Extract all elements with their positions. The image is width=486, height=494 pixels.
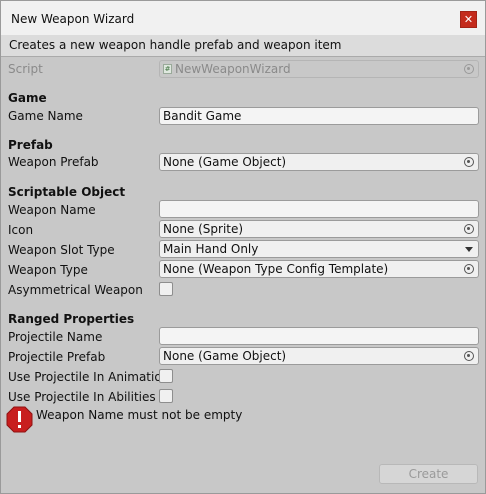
section-header-prefab: Prefab	[8, 138, 53, 152]
section-header-game: Game	[8, 91, 47, 105]
use-projectile-in-animation-checkbox[interactable]	[159, 369, 173, 383]
object-picker-icon[interactable]	[464, 224, 474, 234]
projectile-name-input[interactable]	[159, 327, 479, 345]
section-header-ranged-properties: Ranged Properties	[8, 312, 135, 326]
window-title: New Weapon Wizard	[11, 12, 135, 26]
weapon-name-input[interactable]	[159, 200, 479, 218]
object-picker-icon[interactable]	[464, 351, 474, 361]
script-value: NewWeaponWizard	[175, 62, 291, 76]
description-bar: Creates a new weapon handle prefab and w…	[1, 35, 485, 57]
asymmetrical-weapon-checkbox[interactable]	[159, 282, 173, 296]
weapon-slot-type-dropdown[interactable]: Main Hand Only	[159, 240, 479, 258]
script-file-icon: #	[163, 64, 172, 74]
weapon-prefab-field[interactable]: None (Game Object)	[159, 153, 479, 171]
icon-field[interactable]: None (Sprite)	[159, 220, 479, 238]
use-projectile-in-abilities-checkbox[interactable]	[159, 389, 173, 403]
weapon-slot-type-value: Main Hand Only	[163, 242, 259, 256]
weapon-name-label: Weapon Name	[8, 203, 96, 217]
script-label: Script	[8, 62, 43, 76]
section-header-scriptable-object: Scriptable Object	[8, 185, 126, 199]
object-picker-icon[interactable]	[464, 264, 474, 274]
game-name-input[interactable]: Bandit Game	[159, 107, 479, 125]
wizard-window: New Weapon Wizard ✕ Creates a new weapon…	[0, 0, 486, 494]
object-picker-icon	[464, 64, 474, 74]
projectile-prefab-field[interactable]: None (Game Object)	[159, 347, 479, 365]
projectile-prefab-value: None (Game Object)	[163, 349, 287, 363]
create-button[interactable]: Create	[379, 464, 478, 484]
weapon-type-value: None (Weapon Type Config Template)	[163, 262, 389, 276]
projectile-name-label: Projectile Name	[8, 330, 103, 344]
script-field: # NewWeaponWizard	[159, 60, 479, 78]
weapon-slot-type-label: Weapon Slot Type	[8, 243, 115, 257]
close-icon: ✕	[463, 13, 474, 26]
asymmetrical-weapon-label: Asymmetrical Weapon	[8, 283, 143, 297]
icon-label: Icon	[8, 223, 34, 237]
weapon-type-label: Weapon Type	[8, 263, 88, 277]
weapon-prefab-value: None (Game Object)	[163, 155, 287, 169]
icon-value: None (Sprite)	[163, 222, 244, 236]
object-picker-icon[interactable]	[464, 157, 474, 167]
error-message: Weapon Name must not be empty	[36, 408, 243, 422]
weapon-type-field[interactable]: None (Weapon Type Config Template)	[159, 260, 479, 278]
projectile-prefab-label: Projectile Prefab	[8, 350, 106, 364]
error-help-box: Weapon Name must not be empty	[1, 404, 485, 434]
weapon-prefab-label: Weapon Prefab	[8, 155, 99, 169]
title-bar[interactable]: New Weapon Wizard ✕	[1, 1, 485, 35]
close-button[interactable]: ✕	[460, 11, 477, 28]
wizard-description: Creates a new weapon handle prefab and w…	[9, 38, 342, 52]
game-name-label: Game Name	[8, 109, 83, 123]
chevron-down-icon	[465, 247, 473, 252]
use-projectile-in-abilities-label: Use Projectile In Abilities	[8, 390, 156, 404]
use-projectile-in-animation-label: Use Projectile In Animation	[8, 370, 170, 384]
error-icon	[6, 406, 33, 433]
game-name-value: Bandit Game	[163, 109, 242, 123]
